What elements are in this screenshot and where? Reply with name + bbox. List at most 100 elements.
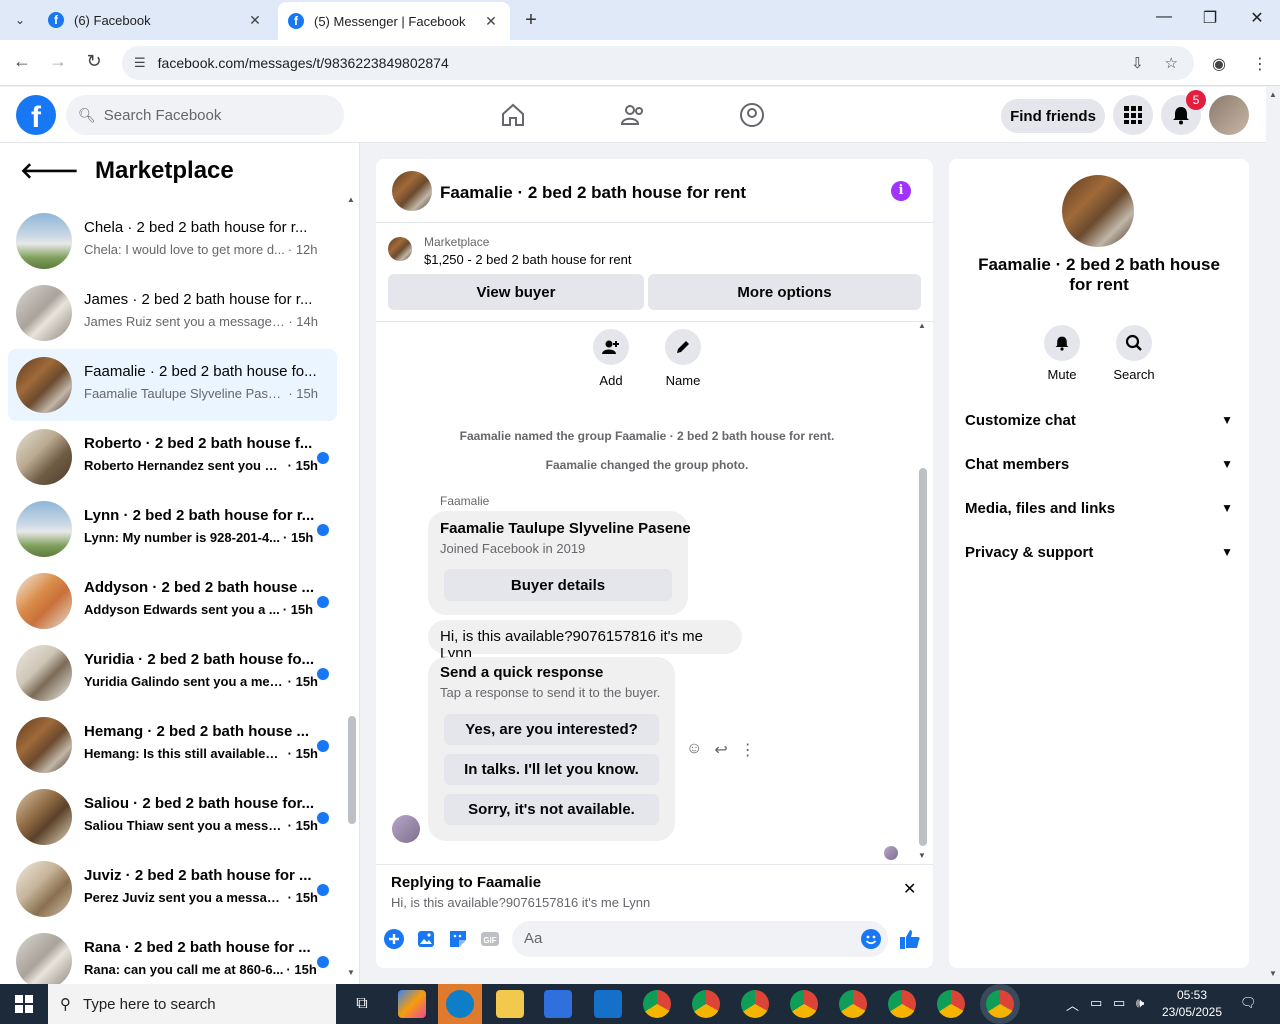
chrome-profile-icon[interactable] [839,990,867,1018]
reply-arrow-icon[interactable]: ↩ [714,740,727,760]
tab-facebook[interactable]: f (6) Facebook ✕ [38,4,274,36]
chrome-icon[interactable] [643,990,671,1018]
gif-icon[interactable]: GIF [479,928,501,950]
more-vertical-icon[interactable]: ⋮ [740,740,756,760]
restore-button[interactable]: ❐ [1196,8,1224,28]
like-thumb-icon[interactable] [899,928,921,950]
view-buyer-button[interactable]: View buyer [388,274,644,310]
sticker-icon[interactable] [447,928,469,950]
facebook-logo-icon[interactable]: f [16,95,56,135]
url-field[interactable]: ☰ facebook.com/messages/t/98362238498028… [122,46,1194,80]
minimize-button[interactable]: — [1150,8,1178,26]
chrome-profile-icon[interactable] [790,990,818,1018]
media-files-links-section[interactable]: Media, files and links ▼ [965,490,1233,526]
conversation-item[interactable]: Lynn · 2 bed 2 bath house for r... Lynn: … [8,493,337,565]
privacy-support-section[interactable]: Privacy & support ▼ [965,534,1233,570]
react-smiley-icon[interactable]: ☺ [686,740,702,760]
chat-title[interactable]: Faamalie · 2 bed 2 bath house for rent [440,183,746,203]
emoji-icon[interactable] [860,928,882,950]
notification-center-icon[interactable]: 🗨︎ [1240,995,1257,1011]
cancel-reply-close-icon[interactable]: ✕ [903,879,916,899]
profile-icon[interactable]: ◉ [1212,54,1226,74]
scroll-up-arrow-icon[interactable]: ▲ [918,321,926,330]
group-photo[interactable] [1062,175,1134,247]
conversation-item[interactable]: Hemang · 2 bed 2 bath house ... Hemang: I… [8,709,337,781]
chat-members-section[interactable]: Chat members ▼ [965,446,1233,482]
volume-icon[interactable]: 🕪︎ [1136,995,1144,1011]
mute-action[interactable]: Mute [1032,325,1092,382]
taskbar-clock[interactable]: 05:53 23/05/2025 [1160,987,1224,1021]
message-input[interactable]: Aa [512,921,888,957]
network-icon[interactable]: ▭ [1113,995,1125,1011]
photo-icon[interactable] [415,928,437,950]
show-hidden-icons-icon[interactable]: ︿ [1066,995,1079,1014]
close-window-button[interactable]: ✕ [1243,8,1271,28]
windows-start-icon[interactable] [0,984,48,1024]
scroll-up-arrow-icon[interactable]: ▲ [1269,90,1277,99]
edge-icon[interactable] [446,990,474,1018]
chrome-profile-icon[interactable] [692,990,720,1018]
groups-icon[interactable] [738,101,766,129]
scrollbar-thumb[interactable] [919,468,927,846]
reload-button[interactable]: ↻ [82,51,106,72]
conversation-item[interactable]: James · 2 bed 2 bath house for r... James… [8,277,337,349]
bookmark-star-icon[interactable]: ☆ [1165,55,1178,72]
add-member-action[interactable]: Add [581,329,641,388]
taskbar-search-input[interactable]: ⚲ Type here to search [48,984,336,1024]
conversation-item[interactable]: Roberto · 2 bed 2 bath house f... Roberto… [8,421,337,493]
outlook-icon[interactable] [594,990,622,1018]
conversation-item[interactable]: Saliou · 2 bed 2 bath house for... Saliou… [8,781,337,853]
forward-button[interactable]: → [46,51,70,72]
sender-avatar[interactable] [392,815,420,843]
chrome-profile-icon[interactable] [937,990,965,1018]
tab-close-icon[interactable]: ✕ [482,13,500,30]
find-friends-button[interactable]: Find friends [1001,99,1105,133]
account-avatar[interactable] [1209,95,1249,135]
site-info-icon[interactable]: ☰ [134,55,146,71]
page-scrollbar[interactable]: ▲ ▼ [1266,87,1280,984]
tab-search-icon[interactable]: ⌄ [8,8,32,32]
buyer-details-button[interactable]: Buyer details [444,569,672,601]
quick-response-button[interactable]: Yes, are you interested? [444,714,659,745]
tab-close-icon[interactable]: ✕ [246,12,264,29]
tab-messenger[interactable]: f (5) Messenger | Facebook ✕ [278,2,510,40]
copilot-icon[interactable] [398,990,426,1018]
chrome-profile-icon[interactable] [741,990,769,1018]
friends-icon[interactable] [619,101,647,129]
conversation-item[interactable]: Faamalie · 2 bed 2 bath house fo... Faama… [8,349,337,421]
more-options-button[interactable]: More options [648,274,921,310]
new-tab-button[interactable]: + [520,8,542,32]
back-button[interactable]: ← [10,51,34,72]
task-view-icon[interactable]: ⧉ [348,990,376,1018]
search-action[interactable]: Search [1104,325,1164,382]
thread-scrollbar[interactable]: ▲ ▼ [918,321,928,861]
menu-grid-icon[interactable] [1113,95,1153,135]
customize-chat-section[interactable]: Customize chat ▼ [965,402,1233,438]
message-bubble[interactable]: Hi, is this available?9076157816 it's me… [428,620,742,662]
name-group-action[interactable]: Name [653,329,713,388]
back-arrow-icon[interactable]: 🡐 [20,158,79,184]
conversation-item[interactable]: Yuridia · 2 bed 2 bath house fo... Yuridi… [8,637,337,709]
plus-circle-icon[interactable] [383,928,405,950]
chat-avatar[interactable] [392,171,432,211]
scroll-down-arrow-icon[interactable]: ▼ [347,968,355,977]
home-icon[interactable] [499,101,527,129]
scrollbar-thumb[interactable] [348,716,356,824]
facebook-search-input[interactable]: 🔍︎ Search Facebook [66,95,344,135]
conversation-item[interactable]: Addyson · 2 bed 2 bath house ... Addyson … [8,565,337,637]
scroll-up-arrow-icon[interactable]: ▲ [347,195,355,204]
quick-response-button[interactable]: In talks. I'll let you know. [444,754,659,785]
install-icon[interactable]: ⇩ [1131,55,1144,72]
info-icon[interactable]: i [891,181,911,201]
file-explorer-icon[interactable] [496,990,524,1018]
conversation-item[interactable]: Juviz · 2 bed 2 bath house for ... Perez … [8,853,337,925]
browser-menu-icon[interactable]: ⋮ [1252,54,1268,74]
scroll-down-arrow-icon[interactable]: ▼ [918,851,926,860]
conversation-list-scrollbar[interactable]: ▲ ▼ [347,195,357,978]
conversation-item[interactable]: Chela · 2 bed 2 bath house for r... Chela… [8,205,337,277]
chrome-profile-icon[interactable] [888,990,916,1018]
meet-now-icon[interactable]: ▭ [1090,995,1102,1011]
scroll-down-arrow-icon[interactable]: ▼ [1269,969,1277,978]
quick-response-button[interactable]: Sorry, it's not available. [444,794,659,825]
chrome-profile-active-icon[interactable] [986,990,1014,1018]
